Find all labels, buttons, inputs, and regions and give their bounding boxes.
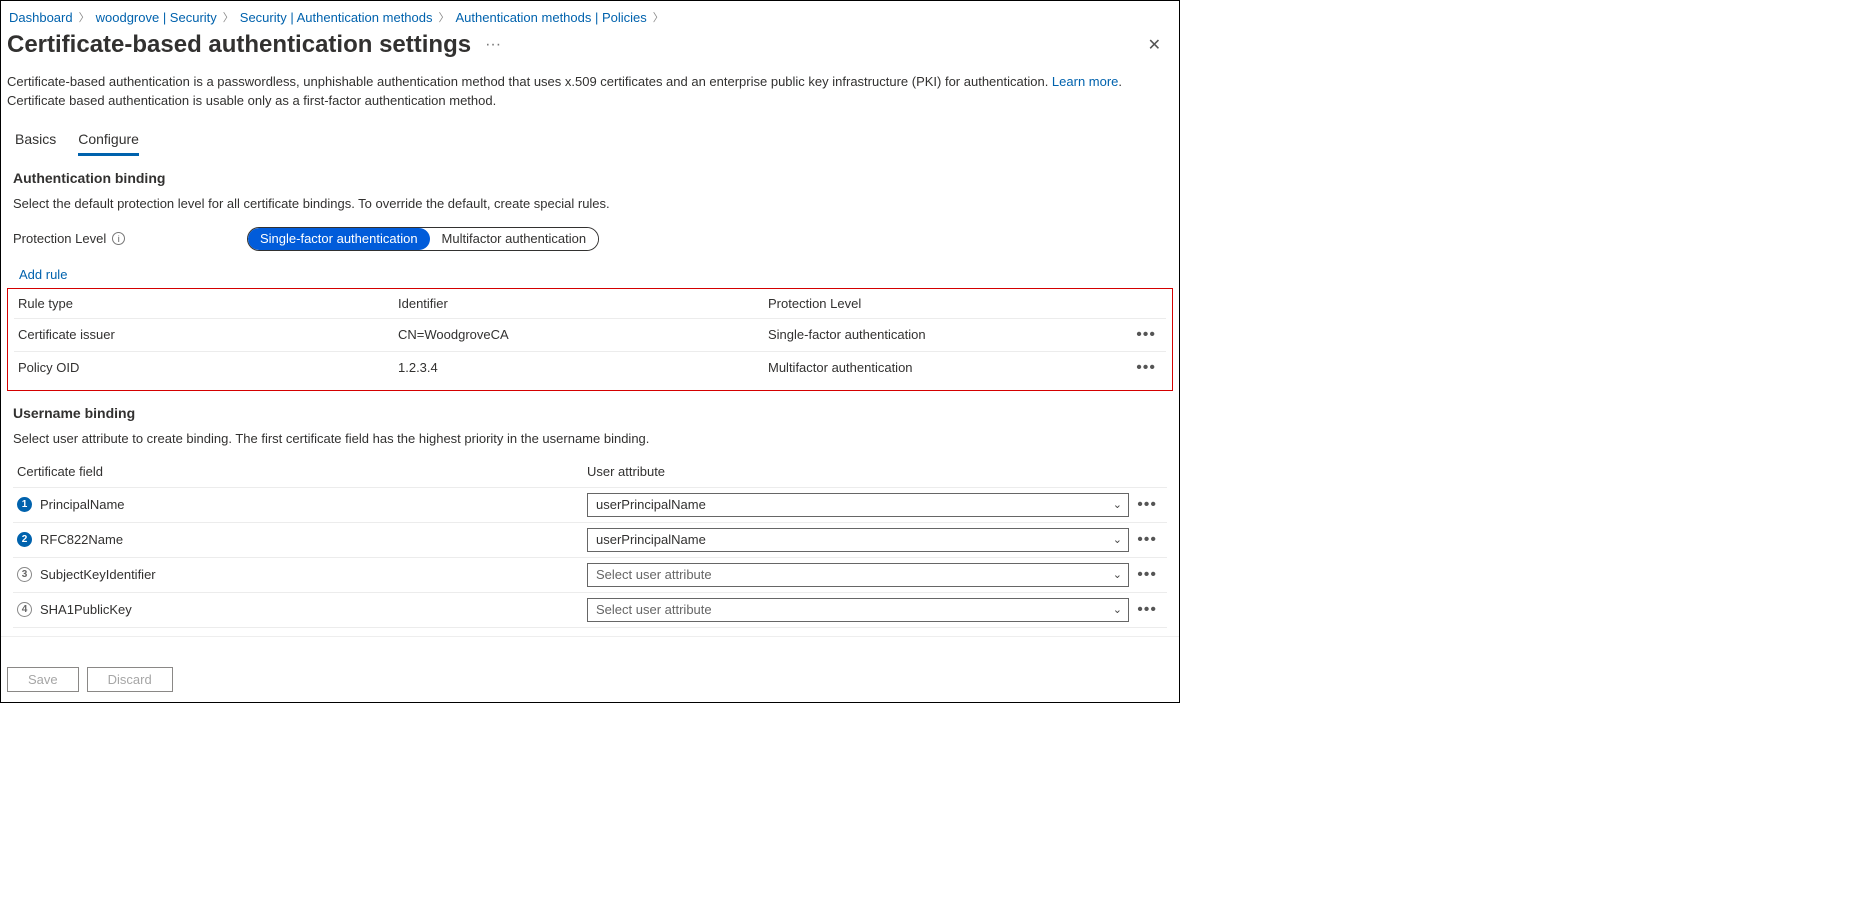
chevron-right-icon: 〉 [439,9,450,25]
discard-button[interactable]: Discard [87,667,173,692]
info-icon[interactable]: i [112,232,125,245]
chevron-right-icon: 〉 [223,9,234,25]
priority-badge-icon: 3 [17,567,32,582]
tab-configure[interactable]: Configure [78,127,139,156]
chevron-down-icon: ⌄ [1113,498,1122,511]
breadcrumb: Dashboard 〉 woodgrove | Security 〉 Secur… [1,5,1179,27]
protection-level-label: Protection Level [13,231,106,246]
crumb-woodgrove-security[interactable]: woodgrove | Security [96,10,217,25]
tab-basics[interactable]: Basics [15,127,56,156]
username-binding-row: 3 SubjectKeyIdentifier Select user attri… [13,558,1167,593]
row-actions-icon[interactable]: ••• [1129,601,1163,619]
priority-badge-icon: 2 [17,532,32,547]
row-actions-icon[interactable]: ••• [1129,531,1163,549]
chevron-down-icon: ⌄ [1113,568,1122,581]
option-multifactor[interactable]: Multifactor authentication [430,228,599,250]
crumb-auth-methods-policies[interactable]: Authentication methods | Policies [456,10,647,25]
rule-actions-icon[interactable]: ••• [1122,359,1162,377]
rule-actions-icon[interactable]: ••• [1122,326,1162,344]
tabs: Basics Configure [1,113,1179,156]
rule-identifier-cell: 1.2.3.4 [398,360,768,375]
rule-identifier-cell: CN=WoodgroveCA [398,327,768,342]
chevron-right-icon: 〉 [653,9,664,25]
page-title: Certificate-based authentication setting… [7,31,501,59]
protection-level-toggle[interactable]: Single-factor authentication Multifactor… [247,227,599,251]
priority-badge-icon: 4 [17,602,32,617]
cert-field-label: RFC822Name [40,532,123,547]
chevron-down-icon: ⌄ [1113,603,1122,616]
col-rule-type: Rule type [18,296,398,311]
col-protection-level: Protection Level [768,296,1122,311]
username-binding-subtext: Select user attribute to create binding.… [1,425,1179,456]
cert-field-label: SubjectKeyIdentifier [40,567,156,582]
learn-more-link[interactable]: Learn more [1052,74,1118,89]
auth-binding-subtext: Select the default protection level for … [1,190,1179,221]
title-more-icon[interactable]: ··· [485,36,501,54]
save-button[interactable]: Save [7,667,79,692]
user-attribute-dropdown[interactable]: Select user attribute ⌄ [587,563,1129,587]
chevron-right-icon: 〉 [79,9,90,25]
row-actions-icon[interactable]: ••• [1129,566,1163,584]
add-rule-link[interactable]: Add rule [19,267,67,282]
cert-field-label: PrincipalName [40,497,125,512]
close-icon[interactable]: ✕ [1142,29,1167,61]
username-binding-row: 2 RFC822Name userPrincipalName ⌄ ••• [13,523,1167,558]
user-attribute-dropdown[interactable]: Select user attribute ⌄ [587,598,1129,622]
rules-highlight-box: Rule type Identifier Protection Level Ce… [7,288,1173,391]
rule-protection-cell: Single-factor authentication [768,327,1122,342]
rule-type-cell: Policy OID [18,360,398,375]
rule-type-cell: Certificate issuer [18,327,398,342]
chevron-down-icon: ⌄ [1113,533,1122,546]
row-actions-icon[interactable]: ••• [1129,496,1163,514]
col-user-attribute: User attribute [587,464,1129,479]
user-attribute-dropdown[interactable]: userPrincipalName ⌄ [587,528,1129,552]
priority-badge-icon: 1 [17,497,32,512]
username-binding-heading: Username binding [1,391,1179,425]
rule-row: Policy OID 1.2.3.4 Multifactor authentic… [14,352,1166,384]
auth-binding-heading: Authentication binding [1,156,1179,190]
username-binding-row: 1 PrincipalName userPrincipalName ⌄ ••• [13,488,1167,523]
cert-field-label: SHA1PublicKey [40,602,132,617]
crumb-dashboard[interactable]: Dashboard [9,10,73,25]
username-binding-row: 4 SHA1PublicKey Select user attribute ⌄ … [13,593,1167,628]
description-text: Certificate-based authentication is a pa… [1,73,1179,113]
col-identifier: Identifier [398,296,768,311]
user-attribute-dropdown[interactable]: userPrincipalName ⌄ [587,493,1129,517]
rule-protection-cell: Multifactor authentication [768,360,1122,375]
option-single-factor[interactable]: Single-factor authentication [248,228,430,250]
crumb-security-auth-methods[interactable]: Security | Authentication methods [240,10,433,25]
rule-row: Certificate issuer CN=WoodgroveCA Single… [14,319,1166,352]
col-certificate-field: Certificate field [17,464,587,479]
